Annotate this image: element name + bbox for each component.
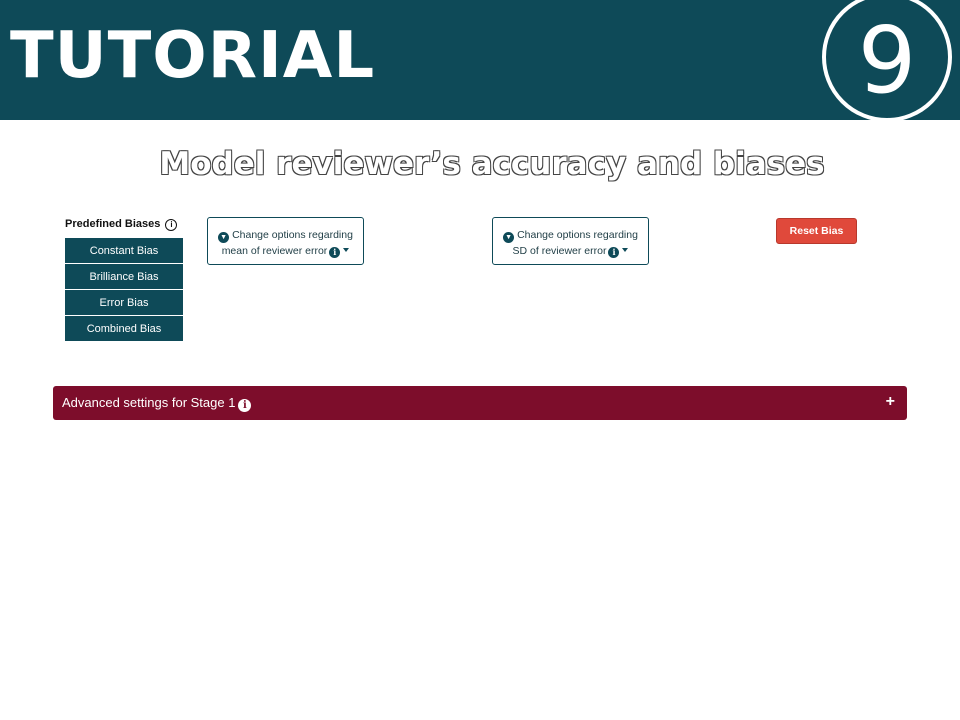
caret-down-icon: [622, 248, 629, 252]
predefined-biases-label: Predefined Biases i: [65, 218, 178, 231]
mean-options-line1: ▼ Change options regarding: [208, 227, 363, 243]
sd-options-line2: SD of reviewer error i: [493, 243, 648, 259]
constant-bias-button[interactable]: Constant Bias: [65, 238, 183, 264]
chevron-down-circle-icon: ▼: [503, 232, 515, 243]
mean-options-line2: mean of reviewer error i: [208, 243, 363, 259]
banner-title: TUTORIAL: [10, 19, 376, 93]
caret-down-icon: [343, 248, 350, 252]
info-icon[interactable]: i: [329, 247, 341, 258]
step-number-badge: 9: [822, 0, 952, 120]
reset-bias-button[interactable]: Reset Bias: [776, 218, 857, 244]
chevron-down-circle-icon: ▼: [218, 232, 230, 243]
info-icon[interactable]: i: [608, 247, 620, 258]
sd-options-line1: ▼ Change options regarding: [493, 227, 648, 243]
combined-bias-button[interactable]: Combined Bias: [65, 316, 183, 342]
advanced-settings-panel-header[interactable]: Advanced settings for Stage 1i +: [53, 386, 907, 420]
info-icon[interactable]: i: [238, 399, 252, 412]
predefined-biases-label-text: Predefined Biases: [65, 218, 161, 230]
plus-icon[interactable]: +: [886, 386, 895, 418]
predefined-biases-list: Constant Bias Brilliance Bias Error Bias…: [65, 238, 183, 342]
brilliance-bias-button[interactable]: Brilliance Bias: [65, 264, 183, 290]
tutorial-banner: TUTORIAL 9: [0, 0, 960, 120]
sd-error-options-dropdown[interactable]: ▼ Change options regarding SD of reviewer…: [492, 217, 649, 265]
advanced-settings-label: Advanced settings for Stage 1: [62, 395, 236, 410]
info-icon[interactable]: i: [165, 219, 178, 231]
error-bias-button[interactable]: Error Bias: [65, 290, 183, 316]
mean-error-options-dropdown[interactable]: ▼ Change options regarding mean of review…: [207, 217, 364, 265]
page-subtitle: Model reviewer’s accuracy and biases: [159, 146, 825, 182]
